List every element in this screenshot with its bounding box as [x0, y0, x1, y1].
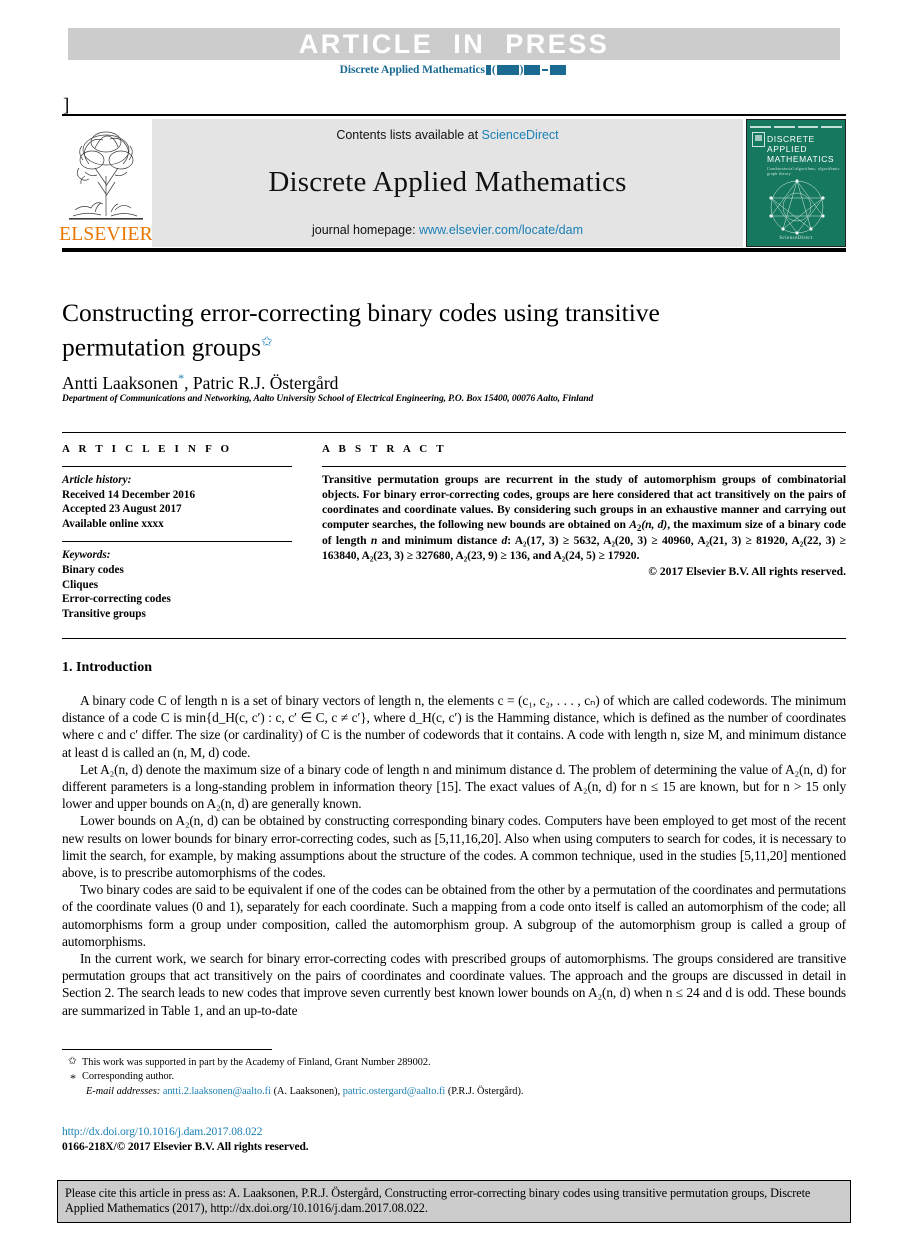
body-paragraph: A binary code C of length n is a set of …: [62, 693, 846, 760]
keywords-rule: [62, 541, 292, 543]
abstract-heading: A B S T R A C T: [322, 443, 447, 455]
article-info-heading: A R T I C L E I N F O: [62, 443, 233, 455]
abstract-copyright: © 2017 Elsevier B.V. All rights reserved…: [648, 564, 846, 578]
footnote-funding: ✩ This work was supported in part by the …: [62, 1056, 846, 1070]
divider-above-info: [62, 432, 846, 433]
funding-marker-icon: ✩: [68, 1056, 77, 1067]
keyword-item: Cliques: [62, 578, 99, 591]
bracket-mark: ]: [63, 95, 70, 116]
keyword-item: Error-correcting codes: [62, 593, 171, 606]
issue-block-icon: [485, 65, 491, 76]
affiliation: Department of Communications and Network…: [62, 394, 594, 404]
journal-masthead: ELSEVIER Contents lists available at Sci…: [59, 114, 846, 252]
doi-link[interactable]: http://dx.doi.org/10.1016/j.dam.2017.08.…: [62, 1126, 262, 1138]
page-start-block-icon: [524, 65, 541, 76]
masthead-center: Contents lists available at ScienceDirec…: [152, 119, 743, 247]
author-first: Antti Laaksonen: [62, 372, 179, 393]
abstract-a2-args: (n, d): [641, 518, 668, 532]
email-link-laaksonen[interactable]: antti.2.laaksonen@aalto.fi: [163, 1086, 271, 1097]
cover-footer: ScienceDirect: [779, 236, 813, 241]
body-paragraph: Two binary codes are said to be equivale…: [62, 882, 846, 949]
elsevier-tree-icon: [65, 124, 147, 224]
abstract-text: Transitive permutation groups are recurr…: [322, 472, 846, 564]
page-dash-icon: [542, 69, 549, 72]
abstract-a2-symbol: A: [629, 518, 637, 532]
footnotes-block: ✩ This work was supported in part by the …: [62, 1056, 846, 1099]
footnote-corresponding-text: Corresponding author.: [82, 1071, 175, 1083]
email-link-ostergard[interactable]: patric.ostergard@aalto.fi: [343, 1086, 446, 1097]
body-paragraph: Lower bounds on A₂(n, d) can be obtained…: [62, 813, 846, 881]
cite-this-article-box: Please cite this article in press as: A.…: [57, 1180, 851, 1223]
elsevier-wordmark: ELSEVIER: [59, 224, 153, 245]
paper-page: ARTICLE IN PRESS Discrete Applied Mathem…: [0, 0, 907, 1238]
abstract-a2-subscript: 2: [636, 523, 642, 534]
abstract-part3: and minimum distance: [377, 534, 502, 548]
journal-title: Discrete Applied Mathematics: [268, 166, 627, 198]
footnote-rule: [62, 1049, 272, 1050]
homepage-line: journal homepage: www.elsevier.com/locat…: [312, 223, 583, 237]
cite-this-article-text: Please cite this article in press as: A.…: [65, 1186, 811, 1216]
article-info-column: A R T I C L E I N F O Article history: R…: [62, 443, 292, 621]
keyword-item: Binary codes: [62, 563, 124, 576]
article-history-block: Article history: Received 14 December 20…: [62, 471, 292, 531]
page-title: Constructing error-correcting binary cod…: [62, 298, 762, 363]
journal-homepage-link[interactable]: www.elsevier.com/locate/dam: [419, 223, 583, 237]
abstract-rule: [322, 466, 846, 467]
footnote-emails: E-mail addresses: antti.2.laaksonen@aalt…: [62, 1085, 846, 1099]
funding-footnote-marker[interactable]: ✩: [261, 335, 273, 350]
author-list: Antti Laaksonen*, Patric R.J. Östergård: [62, 368, 338, 394]
body-content: A binary code C of length n is a set of …: [62, 692, 846, 1019]
homepage-prefix: journal homepage:: [312, 223, 420, 237]
cover-title-line2: APPLIED: [767, 144, 808, 154]
keywords-label: Keywords:: [62, 549, 111, 562]
history-available: Available online xxxx: [62, 517, 164, 530]
running-head-journal: Discrete Applied Mathematics: [339, 64, 485, 76]
history-accepted: Accepted 23 August 2017: [62, 503, 182, 516]
contents-prefix: Contents lists available at: [336, 128, 482, 142]
elsevier-logo: ELSEVIER: [59, 119, 153, 247]
section-heading-introduction: 1. Introduction: [62, 660, 152, 675]
corresponding-marker-icon: *: [70, 1071, 76, 1086]
issn-copyright-line: 0166-218X/© 2017 Elsevier B.V. All right…: [62, 1141, 309, 1153]
journal-cover-thumbnail: DISCRETE APPLIED MATHEMATICS Combinatori…: [746, 119, 846, 247]
contents-line: Contents lists available at ScienceDirec…: [336, 128, 558, 142]
email-owner-laaksonen: (A. Laaksonen),: [273, 1085, 341, 1097]
keywords-block: Keywords: Binary codes Cliques Error-cor…: [62, 546, 292, 621]
author-second: , Patric R.J. Östergård: [184, 372, 339, 393]
cover-title-line1: DISCRETE: [767, 134, 815, 144]
cover-top-bar: [750, 123, 842, 130]
footnote-corresponding: * Corresponding author.: [62, 1070, 846, 1086]
article-title-text: Constructing error-correcting binary cod…: [62, 298, 660, 362]
cover-elsevier-icon: [752, 132, 765, 147]
year-block-icon: [496, 65, 519, 76]
sciencedirect-link[interactable]: ScienceDirect: [482, 128, 559, 142]
keyword-item: Transitive groups: [62, 607, 146, 620]
cover-title: DISCRETE APPLIED MATHEMATICS: [767, 134, 834, 164]
email-addresses-label: E-mail addresses:: [86, 1085, 161, 1097]
email-owner-ostergard: (P.R.J. Östergård).: [447, 1085, 524, 1097]
article-in-press-label: ARTICLE IN PRESS: [298, 28, 610, 59]
article-info-rule: [62, 466, 292, 467]
cover-title-line3: MATHEMATICS: [767, 154, 835, 164]
page-end-block-icon: [550, 65, 567, 76]
footnote-funding-text: This work was supported in part by the A…: [82, 1057, 431, 1068]
running-head: Discrete Applied Mathematics(): [0, 64, 907, 76]
body-paragraph: Let A₂(n, d) denote the maximum size of …: [62, 761, 846, 812]
divider-below-abstract: [62, 638, 846, 639]
article-in-press-banner: ARTICLE IN PRESS: [68, 28, 840, 60]
body-paragraph: In the current work, we search for binar…: [62, 951, 846, 1018]
article-history-label: Article history:: [62, 474, 132, 486]
abstract-column: A B S T R A C T Transitive permutation g…: [322, 443, 846, 578]
history-received: Received 14 December 2016: [62, 488, 196, 501]
